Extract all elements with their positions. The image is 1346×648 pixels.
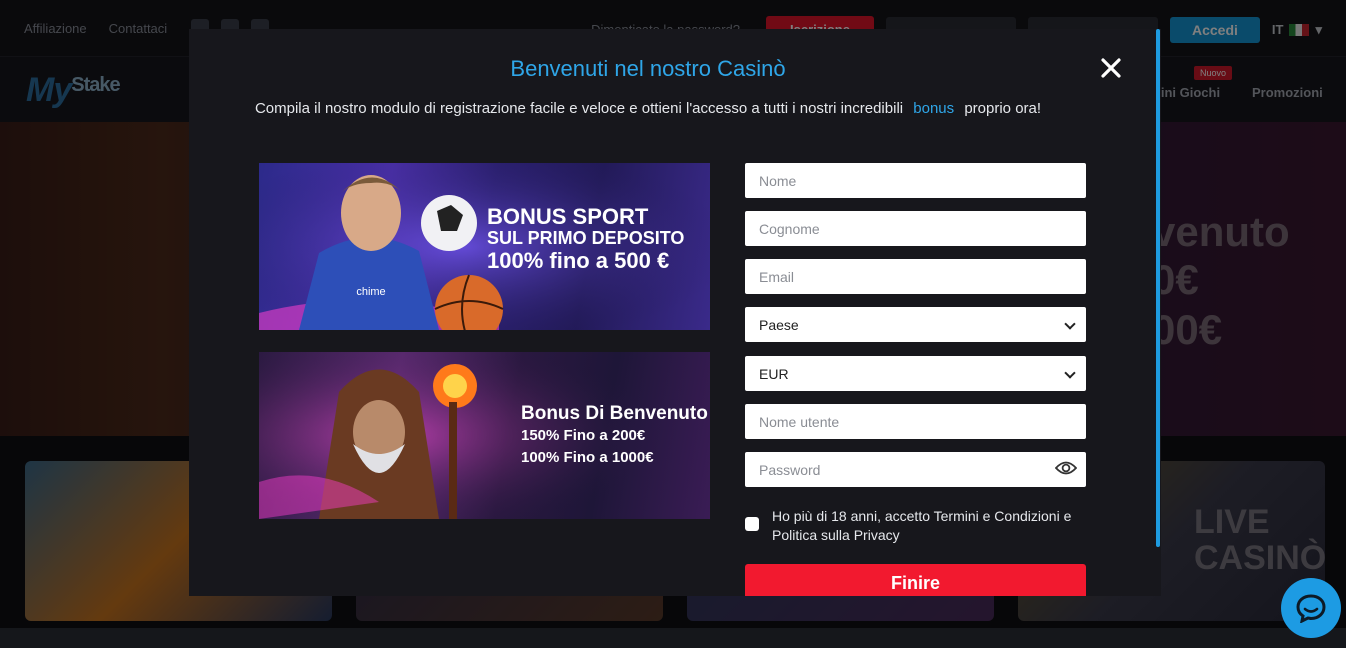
close-icon: [1101, 58, 1121, 78]
username-field[interactable]: [745, 404, 1086, 439]
finish-button[interactable]: Finire: [745, 564, 1086, 596]
terms-checkbox[interactable]: [745, 517, 759, 531]
eye-icon[interactable]: [1055, 460, 1077, 476]
password-field[interactable]: [745, 452, 1086, 487]
bonus-link[interactable]: bonus: [913, 100, 954, 117]
terms-label: Ho più di 18 anni, accetto Termini e Con…: [772, 508, 1072, 543]
chat-button[interactable]: [1281, 578, 1341, 638]
first-name-field[interactable]: [745, 163, 1086, 198]
welcome-bonus-banner: Bonus Di Benvenuto 150% Fino a 200€ 100%…: [259, 352, 710, 519]
modal-scrollbar[interactable]: [1156, 29, 1160, 547]
bonus-banner-title: Bonus Di Benvenuto: [521, 403, 708, 424]
bonus-banner-first-deposit: 150% Fino a 200€: [521, 427, 646, 444]
modal-title: Benvenuti nel nostro Casinò: [510, 56, 786, 81]
country-select-wrapper: Paese: [745, 307, 1086, 342]
currency-select-wrapper: EUR: [745, 356, 1086, 391]
chat-icon: [1296, 594, 1326, 623]
sport-banner-subtitle: SUL PRIMO DEPOSITO: [487, 228, 685, 248]
last-name-field[interactable]: [745, 211, 1086, 246]
registration-modal: Benvenuti nel nostro Casinò Compila il n…: [189, 29, 1161, 596]
svg-text:chime: chime: [356, 286, 385, 298]
bonus-banner-second-deposit: 100% Fino a 1000€: [521, 449, 654, 466]
sport-banner-amount: 100% fino a 500 €: [487, 248, 670, 273]
sport-banner-title: BONUS SPORT: [487, 204, 649, 229]
country-select[interactable]: Paese: [745, 307, 1086, 342]
email-field[interactable]: [745, 259, 1086, 294]
modal-subtitle: Compila il nostro modulo di registrazion…: [254, 100, 1042, 117]
currency-select[interactable]: EUR: [745, 356, 1086, 391]
sport-bonus-banner: chime BONUS SPORT SUL PRIMO DEPOSITO 100…: [259, 163, 710, 330]
close-button[interactable]: [1098, 55, 1124, 81]
